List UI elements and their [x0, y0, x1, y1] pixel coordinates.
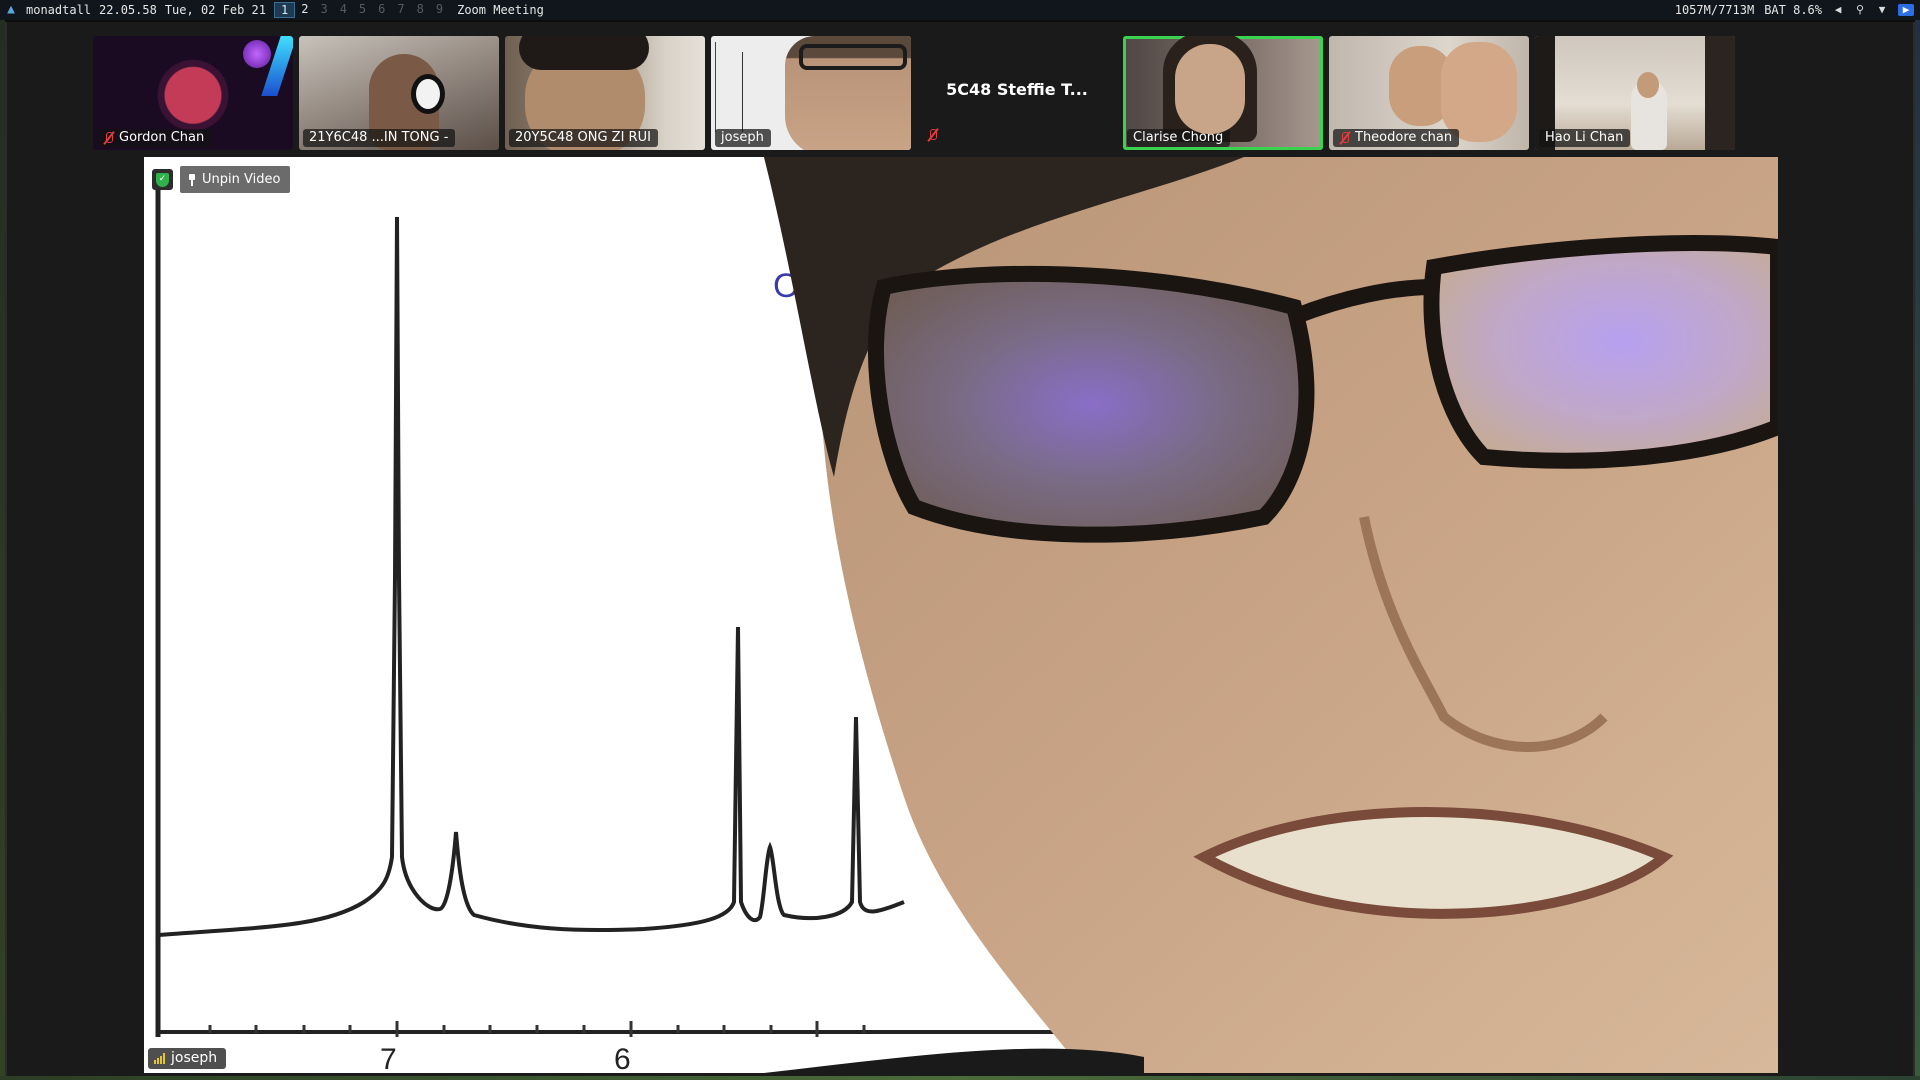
- participant-name: 20Y5C48 ONG ZI RUI: [515, 130, 651, 145]
- workspace-8[interactable]: 8: [411, 2, 430, 18]
- unpin-video-button[interactable]: Unpin Video: [180, 166, 291, 193]
- security-shield-icon[interactable]: ✓: [152, 169, 173, 190]
- participant-tile-gordon-chan[interactable]: Gordon Chan: [93, 36, 293, 150]
- desktop-wallpaper-bottom: [0, 1076, 1920, 1080]
- participant-tile-hao-li-chan[interactable]: Hao Li Chan: [1535, 36, 1735, 150]
- participant-tile-theodore-chan[interactable]: Theodore chan: [1329, 36, 1529, 150]
- participant-tile-joseph[interactable]: joseph: [711, 36, 911, 150]
- pinned-video-joseph[interactable]: HO 7 6 ✓ Unpin Video joseph: [144, 157, 1778, 1073]
- zoom-meeting-window: Gordon Chan 21Y6C48 ...IN TONG - 20Y5C48…: [5, 22, 1915, 1076]
- zoom-tray-icon[interactable]: ▶: [1898, 4, 1914, 16]
- workspace-5[interactable]: 5: [353, 2, 372, 18]
- participant-name: Theodore chan: [1355, 130, 1453, 145]
- battery-status: BAT 8.6%: [1764, 3, 1822, 17]
- participant-tile-21y6c48[interactable]: 21Y6C48 ...IN TONG -: [299, 36, 499, 150]
- participant-tile-ong-zi-rui[interactable]: 20Y5C48 ONG ZI RUI: [505, 36, 705, 150]
- participant-video: [715, 42, 795, 132]
- shared-nmr-spectrum-video: HO 7 6: [144, 157, 1778, 1073]
- participant-name: Gordon Chan: [119, 130, 205, 145]
- participant-thumbnail-strip: Gordon Chan 21Y6C48 ...IN TONG - 20Y5C48…: [93, 36, 1735, 150]
- connection-signal-icon: [154, 1052, 165, 1064]
- participant-name: joseph: [721, 130, 764, 145]
- location-pin-icon[interactable]: ⚲: [1854, 4, 1866, 16]
- workspace-2[interactable]: 2: [295, 2, 314, 18]
- video-background: [243, 40, 271, 68]
- speaker-name: joseph: [171, 1050, 218, 1066]
- window-title: Zoom Meeting: [457, 3, 544, 17]
- unpin-video-label: Unpin Video: [202, 172, 281, 187]
- workspace-3[interactable]: 3: [314, 2, 333, 18]
- axis-tick-label-6: 6: [614, 1043, 631, 1073]
- participant-name-label: [927, 128, 938, 142]
- pin-icon: [188, 173, 196, 186]
- participant-tile-steffie[interactable]: 5C48 Steffie T...: [917, 36, 1117, 150]
- workspace-6[interactable]: 6: [372, 2, 391, 18]
- workspace-7[interactable]: 7: [391, 2, 410, 18]
- participant-video: [1441, 42, 1517, 142]
- participant-name-label: Theodore chan: [1333, 129, 1460, 147]
- speaker-name-label: joseph: [148, 1048, 227, 1069]
- glasses-right-lens: [1423, 235, 1778, 469]
- participant-tile-clarise-chong[interactable]: Clarise Chong: [1123, 36, 1323, 150]
- participant-name: 21Y6C48 ...IN TONG -: [309, 130, 449, 145]
- microphone-muted-icon: [927, 128, 938, 142]
- clock-date: Tue, 02 Feb 21: [164, 3, 266, 17]
- memory-usage: 1057M/7713M: [1674, 3, 1755, 17]
- participant-name-label: 20Y5C48 ONG ZI RUI: [509, 129, 658, 147]
- workspace-4[interactable]: 4: [334, 2, 353, 18]
- participant-name-label: 21Y6C48 ...IN TONG -: [303, 129, 456, 147]
- participant-name-label: joseph: [715, 129, 771, 147]
- workspace-9[interactable]: 9: [430, 2, 449, 18]
- hostname: monadtall: [26, 3, 92, 17]
- participant-name-label: Gordon Chan: [97, 129, 212, 147]
- desktop-wallpaper-right: [1915, 20, 1920, 1080]
- participant-name: 5C48 Steffie T...: [946, 80, 1088, 99]
- participant-video: [1175, 44, 1245, 134]
- participant-name-label: Hao Li Chan: [1539, 129, 1631, 147]
- workspace-1[interactable]: 1: [273, 2, 296, 18]
- wifi-icon[interactable]: ▼: [1876, 4, 1888, 16]
- participant-video: [1705, 36, 1735, 150]
- glasses-left-lens: [868, 265, 1315, 543]
- face-filter: [411, 74, 445, 114]
- system-status-bar: ▲ monadtall 22.05.58 Tue, 02 Feb 21 1 2 …: [0, 0, 1920, 20]
- participant-video: [1637, 72, 1659, 98]
- axis-tick-label-7: 7: [380, 1043, 397, 1073]
- participant-name: Hao Li Chan: [1545, 130, 1624, 145]
- participant-video: [519, 36, 649, 70]
- microphone-muted-icon: [103, 131, 114, 145]
- volume-icon[interactable]: ◀: [1832, 4, 1844, 16]
- microphone-muted-icon: [1339, 131, 1350, 145]
- workspace-switcher: 1 2 3 4 5 6 7 8 9: [273, 2, 449, 18]
- participant-video: [799, 44, 907, 70]
- clock-time: 22.05.58: [99, 3, 157, 17]
- arch-logo-icon[interactable]: ▲: [4, 3, 18, 17]
